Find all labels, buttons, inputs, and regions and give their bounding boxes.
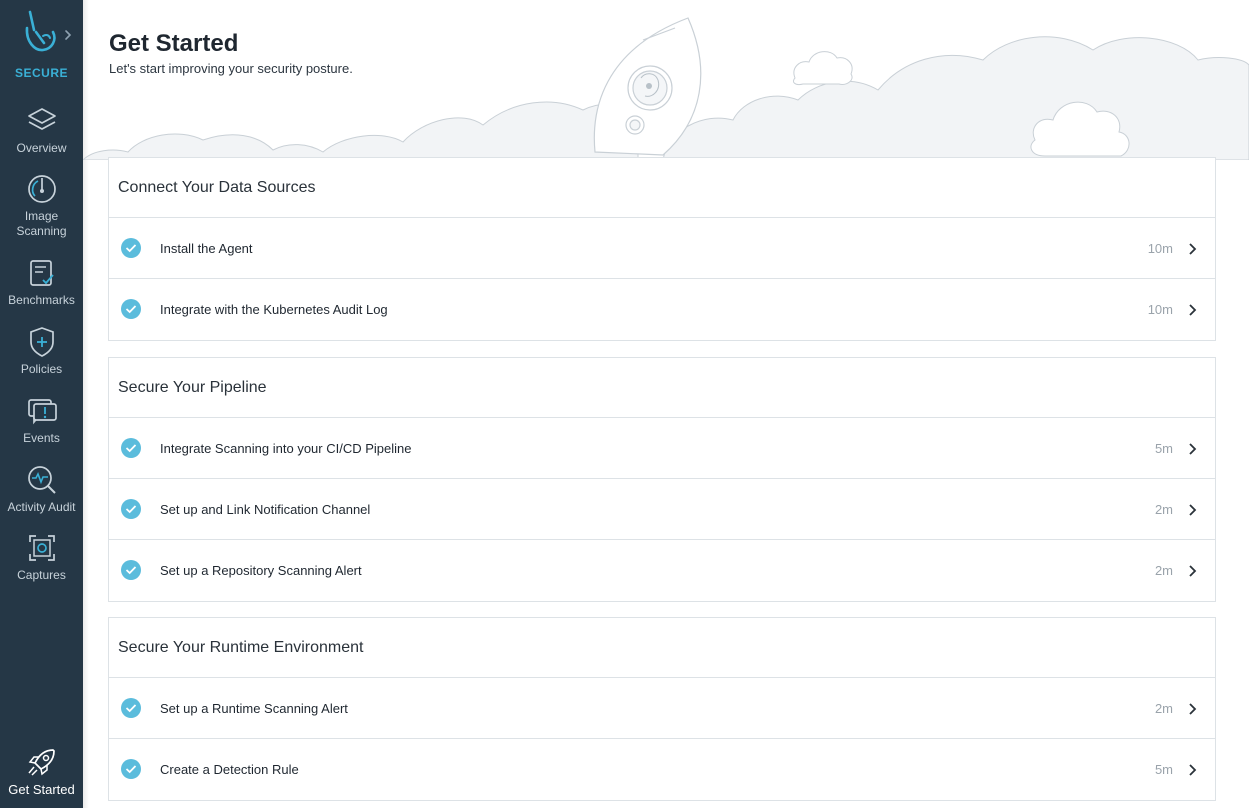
task-row-detection-rule[interactable]: Create a Detection Rule 5m [109, 739, 1215, 800]
task-duration: 2m [1154, 700, 1173, 716]
page-subtitle: Let's start improving your security post… [109, 61, 353, 76]
main-content: Get Started Let's start improving your s… [83, 0, 1249, 808]
sidebar-item-image-scanning[interactable]: Image Scanning [0, 172, 83, 239]
sidebar-item-label: Benchmarks [8, 293, 75, 307]
capture-frame-icon [28, 535, 55, 561]
section-secure-runtime: Secure Your Runtime Environment Set up a… [108, 617, 1216, 801]
page-title: Get Started [109, 30, 239, 57]
task-duration: 2m [1154, 563, 1173, 578]
task-label: Install the Agent [160, 240, 253, 256]
section-connect-data-sources: Connect Your Data Sources Install the Ag… [108, 157, 1216, 341]
magnifier-pulse-icon [27, 466, 56, 494]
chevron-right-icon [1189, 504, 1197, 516]
chevron-right-icon [65, 30, 72, 40]
layers-icon [27, 108, 56, 130]
task-row-ci-cd-scanning[interactable]: Integrate Scanning into your CI/CD Pipel… [109, 418, 1215, 479]
check-circle-icon [121, 698, 141, 718]
brand-label: SECURE [14, 66, 68, 80]
brand-switcher[interactable]: SECURE [0, 0, 83, 92]
scan-icon [27, 175, 56, 203]
section-title: Secure Your Pipeline [109, 358, 1215, 418]
task-row-runtime-scanning-alert[interactable]: Set up a Runtime Scanning Alert 2m [109, 678, 1215, 739]
sidebar-item-policies[interactable]: Policies [0, 325, 83, 377]
sidebar-item-label: Events [23, 431, 60, 445]
message-alert-icon [27, 399, 57, 425]
task-label: Set up and Link Notification Channel [160, 501, 371, 517]
check-circle-icon [121, 759, 141, 779]
clipboard-check-icon [29, 260, 54, 286]
check-circle-icon [121, 438, 141, 458]
check-circle-icon [121, 499, 141, 519]
sidebar-item-overview[interactable]: Overview [0, 104, 83, 156]
task-duration: 10m [1147, 240, 1173, 256]
chevron-right-icon [1189, 703, 1197, 715]
task-duration: 5m [1154, 762, 1173, 777]
chevron-right-icon [1189, 304, 1197, 316]
sidebar-item-label: Overview [16, 141, 67, 155]
rocket-icon [27, 749, 55, 776]
sidebar-item-label: Get Started [8, 782, 75, 797]
sidebar-item-events[interactable]: Events [0, 394, 83, 446]
chevron-right-icon [1189, 764, 1197, 776]
chevron-right-icon [1189, 565, 1197, 577]
check-circle-icon [121, 560, 141, 580]
shield-plus-icon [29, 327, 54, 357]
sidebar-item-activity-audit[interactable]: Activity Audit [0, 463, 83, 515]
task-row-install-agent[interactable]: Install the Agent 10m [109, 218, 1215, 279]
check-circle-icon [121, 299, 141, 319]
sidebar-item-captures[interactable]: Captures [0, 531, 83, 583]
task-label: Create a Detection Rule [160, 762, 299, 777]
chevron-right-icon [1189, 243, 1197, 255]
check-circle-icon [121, 238, 141, 258]
sidebar-item-benchmarks[interactable]: Benchmarks [0, 256, 83, 308]
task-row-notification-channel[interactable]: Set up and Link Notification Channel 2m [109, 479, 1215, 540]
hero-illustration [83, 17, 1249, 160]
sidebar-item-get-started[interactable]: Get Started [0, 745, 83, 797]
task-row-repository-scanning-alert[interactable]: Set up a Repository Scanning Alert 2m [109, 540, 1215, 601]
sidebar-item-label: Policies [20, 362, 63, 376]
section-secure-pipeline: Secure Your Pipeline Integrate Scanning … [108, 357, 1216, 602]
task-label: Set up a Runtime Scanning Alert [160, 700, 348, 716]
section-title: Secure Your Runtime Environment [109, 618, 1215, 678]
chevron-right-icon [1189, 443, 1197, 455]
task-duration: 10m [1147, 302, 1173, 317]
task-label: Integrate Scanning into your CI/CD Pipel… [160, 440, 412, 456]
task-duration: 5m [1154, 440, 1173, 456]
sidebar-item-label: Captures [17, 568, 66, 582]
secure-logo-icon [25, 10, 56, 52]
sidebar: SECURE Overview Image Scanning Benchmarks [0, 0, 83, 808]
task-label: Integrate with the Kubernetes Audit Log [160, 302, 388, 317]
section-title: Connect Your Data Sources [109, 158, 1215, 218]
task-duration: 2m [1154, 501, 1173, 517]
sidebar-item-label: Image Scanning [16, 209, 67, 238]
task-row-kubernetes-audit-log[interactable]: Integrate with the Kubernetes Audit Log … [109, 279, 1215, 340]
sidebar-item-label: Activity Audit [7, 500, 76, 514]
task-label: Set up a Repository Scanning Alert [160, 563, 362, 578]
